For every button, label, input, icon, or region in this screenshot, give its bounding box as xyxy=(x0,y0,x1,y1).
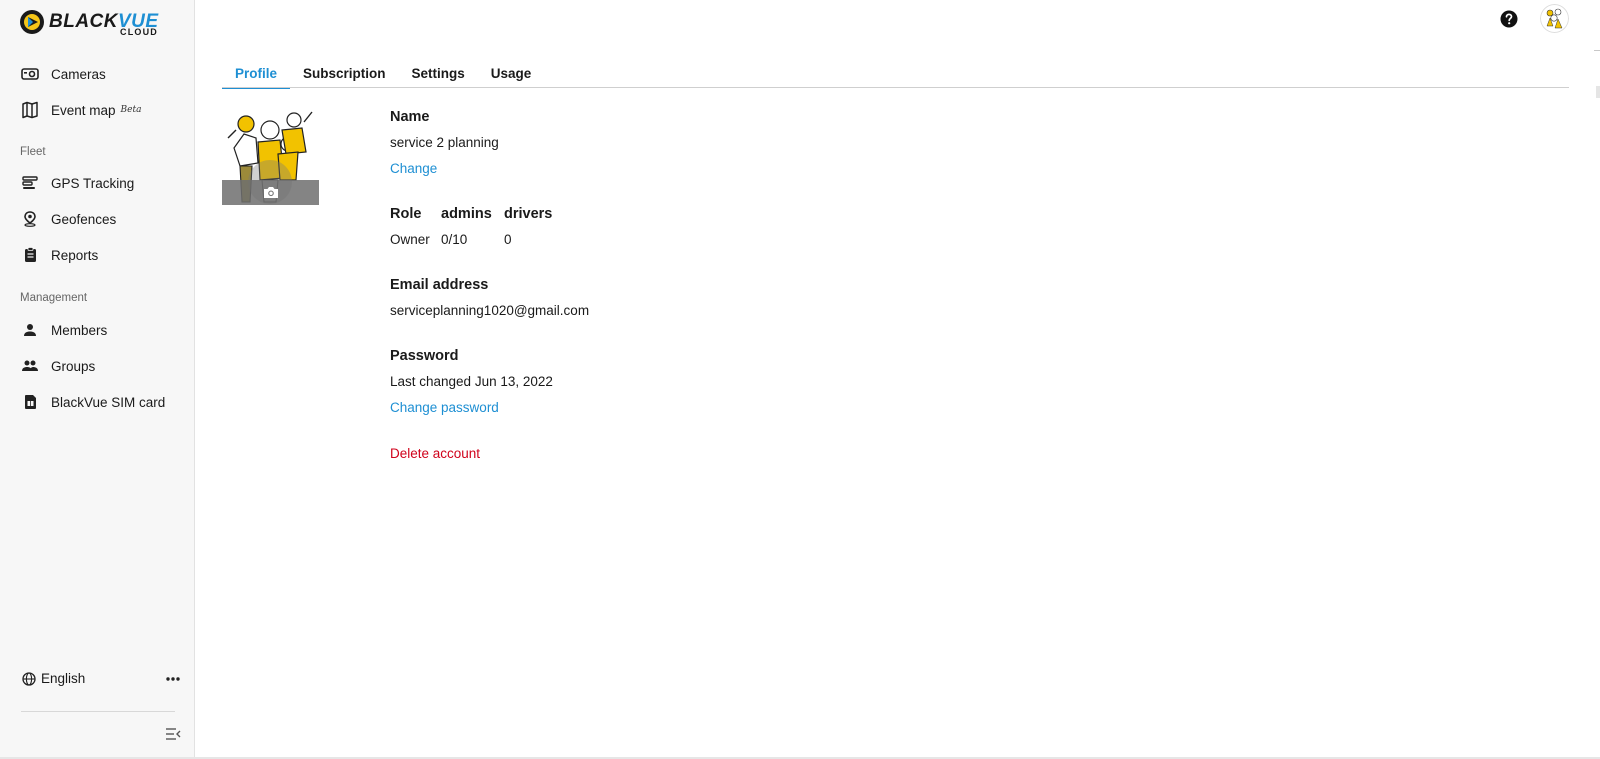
section-label-management: Management xyxy=(20,292,88,304)
beta-badge: Beta xyxy=(120,105,142,115)
help-icon xyxy=(1500,10,1518,28)
sidebar-item-event-map[interactable]: Event map Beta xyxy=(20,98,141,122)
drivers-value: 0 xyxy=(504,232,512,247)
geofence-pin-icon xyxy=(20,209,40,229)
sidebar-item-members[interactable]: Members xyxy=(20,318,107,342)
map-icon xyxy=(20,100,40,120)
sim-card-icon xyxy=(20,392,40,412)
sidebar-item-label: Groups xyxy=(51,358,96,374)
sidebar-item-label: Event map xyxy=(51,102,116,118)
sidebar-item-geofences[interactable]: Geofences xyxy=(20,207,116,231)
gps-tracking-icon xyxy=(20,173,40,193)
email-label: Email address xyxy=(390,277,489,293)
sidebar-item-label: Reports xyxy=(51,247,99,263)
name-value: service 2 planning xyxy=(390,135,499,150)
group-icon xyxy=(20,356,40,376)
clipboard-icon xyxy=(20,245,40,265)
language-selector[interactable]: English xyxy=(22,671,85,686)
language-label: English xyxy=(41,671,86,686)
tab-subscription[interactable]: Subscription xyxy=(290,60,399,87)
sidebar-divider xyxy=(21,711,175,712)
sidebar-item-gps-tracking[interactable]: GPS Tracking xyxy=(20,171,134,195)
tab-profile[interactable]: Profile xyxy=(222,60,291,89)
help-button[interactable] xyxy=(1500,10,1518,28)
role-header: Role xyxy=(390,206,422,222)
blackvue-cloud-logo[interactable]: BLACKVUE CLOUD xyxy=(19,9,169,39)
more-horizontal-icon xyxy=(166,677,180,681)
scrollbar-thumb[interactable] xyxy=(1596,86,1600,98)
profile-tabs: Profile Subscription Settings Usage xyxy=(222,60,544,89)
password-label: Password xyxy=(390,348,459,364)
collapse-menu-icon xyxy=(166,728,181,740)
drivers-header: drivers xyxy=(504,206,553,222)
section-label-fleet: Fleet xyxy=(20,146,46,158)
sidebar-item-label: BlackVue SIM card xyxy=(51,394,166,410)
more-options-button[interactable] xyxy=(165,671,181,687)
blackvue-logo-icon xyxy=(20,10,44,34)
change-name-link[interactable]: Change xyxy=(390,161,437,176)
camera-icon xyxy=(20,64,40,84)
tab-settings[interactable]: Settings xyxy=(399,60,478,87)
sidebar-item-cameras[interactable]: Cameras xyxy=(20,62,106,86)
tab-usage[interactable]: Usage xyxy=(478,60,545,87)
sidebar-item-blackvue-sim-card[interactable]: BlackVue SIM card xyxy=(20,390,165,414)
avatar xyxy=(1540,4,1569,33)
sidebar-item-reports[interactable]: Reports xyxy=(20,243,98,267)
sidebar-item-label: Members xyxy=(51,322,108,338)
camera-upload-icon xyxy=(263,186,279,199)
globe-icon xyxy=(22,671,36,686)
sidebar-item-label: Geofences xyxy=(51,211,117,227)
delete-account-link[interactable]: Delete account xyxy=(390,446,480,461)
user-avatar-button[interactable] xyxy=(1540,4,1569,33)
sidebar: BLACKVUE CLOUD Cameras Event map Beta Fl… xyxy=(0,0,195,757)
role-value: Owner xyxy=(390,232,430,247)
logo-subtitle: CLOUD xyxy=(120,27,158,37)
password-last-changed: Last changed Jun 13, 2022 xyxy=(390,374,553,389)
change-password-link[interactable]: Change password xyxy=(390,400,499,415)
sidebar-item-label: GPS Tracking xyxy=(51,175,135,191)
sidebar-item-label: Cameras xyxy=(51,66,106,82)
tabs-divider xyxy=(222,87,1569,88)
admins-value: 0/10 xyxy=(441,232,468,247)
collapse-sidebar-button[interactable] xyxy=(165,727,181,741)
scroll-marker xyxy=(1594,50,1600,51)
person-icon xyxy=(20,320,40,340)
email-value: serviceplanning1020@gmail.com xyxy=(390,303,590,318)
name-label: Name xyxy=(390,109,430,125)
profile-picture-upload[interactable] xyxy=(222,108,319,205)
admins-header: admins xyxy=(441,206,492,222)
sidebar-item-groups[interactable]: Groups xyxy=(20,354,95,378)
